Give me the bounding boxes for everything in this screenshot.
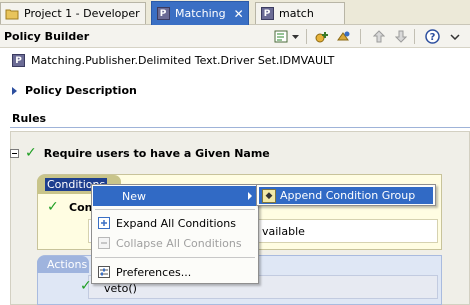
svg-text:?: ? [429,32,435,43]
divider [10,127,470,128]
submenu: ◆ Append Condition Group [256,184,436,206]
collapse-icon[interactable] [10,148,19,158]
submenu-arrow-icon [248,192,252,200]
policy-description-toggle[interactable]: Policy Description [12,84,137,97]
tab-matching[interactable]: P Matching ✕ [151,1,249,25]
rules-heading: Rules [12,112,47,125]
tab-project-developer[interactable]: Project 1 - Developer [0,2,146,24]
editor-tab-bar: Project 1 - Developer P Matching ✕ P mat… [0,0,470,25]
menu-item-label: Expand All Conditions [116,216,236,230]
move-up-icon[interactable] [370,28,388,45]
menu-item-append-condition-group[interactable]: ◆ Append Condition Group [259,187,433,204]
menu-item-collapse-all: Collapse All Conditions [93,233,258,253]
edit-icon[interactable] [272,28,290,45]
toolbar-separator [360,29,361,44]
menu-item-label: Collapse All Conditions [116,236,242,250]
copy-icon[interactable] [334,28,352,45]
preferences-icon [97,265,111,279]
check-icon: ✓ [80,278,92,294]
actions-tab-label[interactable]: Actions [47,258,87,271]
close-icon[interactable]: ✕ [234,7,244,21]
new-rule-icon[interactable] [314,28,332,45]
tab-label: Matching [175,7,226,20]
policy-icon: P [12,54,25,67]
menu-item-preferences[interactable]: Preferences... [93,262,258,282]
policy-icon: P [156,7,170,21]
help-icon[interactable]: ? [423,28,441,45]
menu-item-label: Preferences... [116,265,192,279]
check-icon: ✓ [25,145,37,161]
menu-item-expand-all[interactable]: Expand All Conditions [93,213,258,233]
policy-builder-header: Policy Builder ? [0,25,470,48]
condition-group-label: Con [69,201,93,214]
expand-icon [97,216,111,230]
menu-item-label: New [122,189,146,203]
menu-item-new[interactable]: New [93,186,258,206]
page-title: Policy Builder [4,30,90,43]
rule-title: Require users to have a Given Name [43,146,270,160]
menu-item-label: Append Condition Group [280,189,416,202]
folder-icon [5,7,19,21]
driver-path-text: Matching.Publisher.Delimited Text.Driver… [31,54,335,67]
toolbar-separator [306,29,307,44]
menu-separator [95,209,255,210]
policy-icon: P [260,7,274,21]
check-icon: ✓ [47,199,59,215]
dropdown-icon[interactable] [290,28,300,45]
tab-label: Project 1 - Developer [24,7,140,20]
context-menu: New Expand All Conditions Collapse All C… [91,184,259,284]
driver-path: P Matching.Publisher.Delimited Text.Driv… [12,54,334,67]
toolbar-separator [414,29,415,44]
condition-group-icon: ◆ [262,188,276,203]
menu-separator [95,257,255,258]
view-menu-icon[interactable] [446,28,464,45]
condition-text: vailable [262,225,305,238]
tab-label: match [279,7,314,20]
rule-header[interactable]: ✓ Require users to have a Given Name [10,145,270,161]
collapse-icon [97,236,111,250]
tab-match[interactable]: P match [255,2,345,24]
policy-description-label: Policy Description [25,84,137,97]
expand-arrow-icon [12,86,17,95]
move-down-icon[interactable] [392,28,410,45]
